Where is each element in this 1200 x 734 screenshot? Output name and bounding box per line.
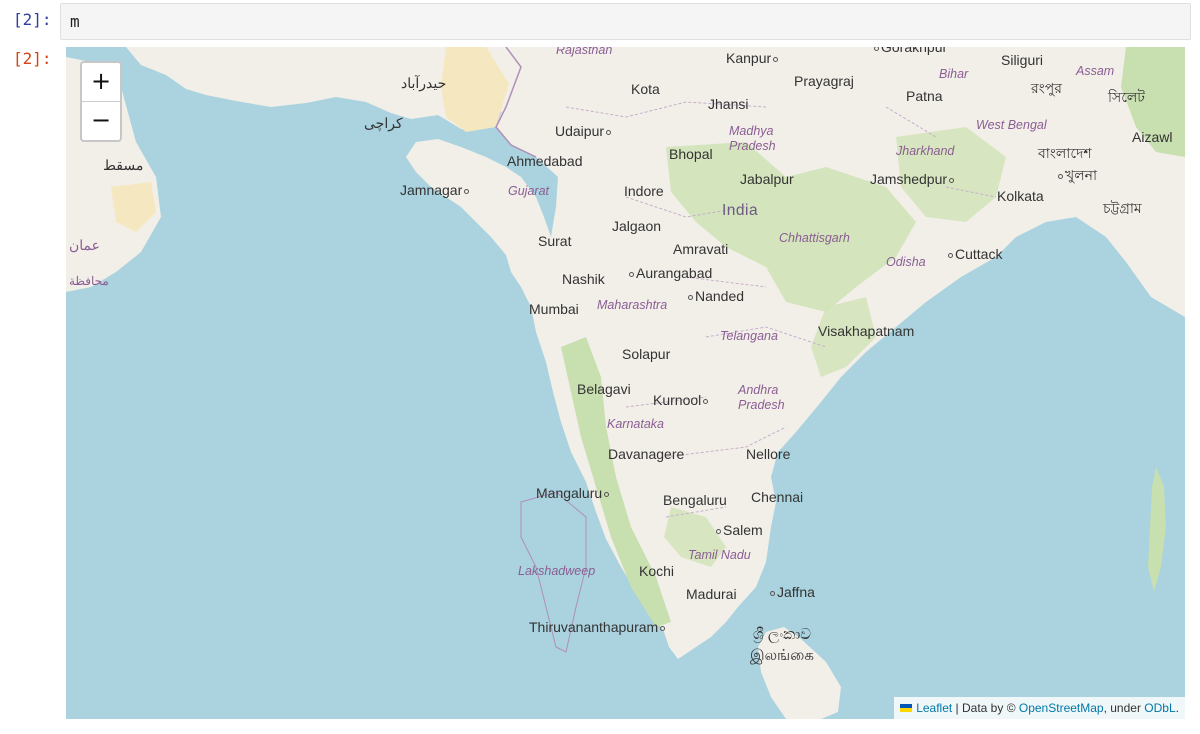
attribution-separator: | Data by © (952, 701, 1019, 715)
label-sri-lanka-sinhala: ශ්‍රී ලංකාව (753, 626, 812, 643)
leaflet-map[interactable]: Rajasthan Kanpur Gorakhpur Siliguri حیدر… (66, 47, 1185, 719)
label-nellore: Nellore (746, 446, 791, 462)
label-prayagraj: Prayagraj (794, 73, 854, 89)
label-salem: Salem (714, 522, 763, 538)
label-surat: Surat (538, 233, 572, 249)
label-sylhet: সিলেট (1108, 89, 1145, 105)
label-assam: Assam (1076, 64, 1115, 78)
label-belagavi: Belagavi (577, 381, 631, 397)
label-rajasthan: Rajasthan (556, 47, 613, 57)
label-andhra-2: Pradesh (738, 398, 785, 412)
label-chittagong: চট্টগ্রাম (1103, 200, 1142, 216)
odbl-link[interactable]: ODbL (1144, 701, 1175, 715)
zoom-out-button[interactable]: − (82, 101, 120, 140)
label-kochi: Kochi (639, 563, 675, 579)
label-kolkata: Kolkata (997, 188, 1044, 204)
label-madurai: Madurai (686, 586, 737, 602)
label-karachi: کراچی (364, 115, 403, 131)
leaflet-link[interactable]: Leaflet (916, 701, 952, 715)
label-aurangabad: Aurangabad (627, 265, 712, 281)
label-udaipur: Udaipur (555, 123, 613, 139)
label-chennai: Chennai (751, 489, 804, 505)
code-cell-input[interactable]: m (60, 3, 1191, 40)
label-andhra-1: Andhra (738, 383, 779, 397)
label-oman: عمان (69, 237, 100, 253)
label-visakhapatnam: Visakhapatnam (818, 323, 915, 339)
label-bhopal: Bhopal (669, 146, 713, 162)
label-chhattisgarh: Chhattisgarh (779, 231, 850, 245)
label-muscat: مسقط (103, 157, 144, 173)
label-gujarat: Gujarat (508, 184, 549, 198)
label-maharashtra: Maharashtra (597, 298, 668, 312)
label-madhya-pradesh-2: Pradesh (729, 139, 776, 153)
label-west-bengal: West Bengal (976, 118, 1047, 132)
input-prompt: [2]: (13, 10, 52, 29)
label-davanagere: Davanagere (608, 446, 685, 462)
label-jabalpur: Jabalpur (740, 171, 794, 187)
label-jhansi: Jhansi (708, 96, 749, 112)
label-telangana: Telangana (720, 329, 778, 343)
label-bangladesh: বাংলাদেশ (1038, 145, 1092, 161)
land-andaman (1148, 467, 1166, 592)
label-nashik: Nashik (562, 271, 605, 287)
attribution-end: . (1175, 701, 1179, 715)
label-khulna: খুলনা (1056, 167, 1097, 183)
label-indore: Indore (624, 183, 664, 199)
label-hyderabad-pk: حیدرآباد (401, 75, 447, 91)
label-siliguri: Siliguri (1001, 52, 1044, 68)
label-kota: Kota (631, 81, 660, 97)
label-kurnool: Kurnool (653, 392, 710, 408)
label-lakshadweep: Lakshadweep (518, 564, 596, 578)
label-madhya-pradesh-1: Madhya (729, 124, 774, 138)
label-muhafazah: محافظة (69, 274, 109, 288)
label-aizawl: Aizawl (1132, 129, 1173, 145)
label-thiruvananthapuram: Thiruvananthapuram (529, 619, 667, 635)
label-rangpur: রংপুর (1031, 80, 1062, 96)
label-jamnagar: Jamnagar (400, 182, 471, 198)
label-india: India (722, 202, 759, 219)
label-karnataka: Karnataka (607, 417, 664, 431)
map-attribution: Leaflet | Data by © OpenStreetMap, under… (894, 697, 1185, 719)
label-sri-lanka-tamil: இலங்கை (750, 647, 814, 664)
ukraine-flag-icon (900, 703, 913, 712)
label-jaffna: Jaffna (768, 584, 815, 600)
label-nanded: Nanded (686, 288, 744, 304)
label-mumbai: Mumbai (529, 301, 579, 317)
openstreetmap-link[interactable]: OpenStreetMap (1019, 701, 1104, 715)
label-bengaluru: Bengaluru (663, 492, 727, 508)
label-solapur: Solapur (622, 346, 671, 362)
output-prompt: [2]: (13, 49, 52, 68)
label-cuttack: Cuttack (946, 246, 1002, 262)
label-bihar: Bihar (939, 67, 969, 81)
zoom-in-button[interactable]: + (82, 63, 120, 101)
attribution-under: , under (1103, 701, 1145, 715)
label-jamshedpur: Jamshedpur (870, 171, 956, 187)
label-jharkhand: Jharkhand (896, 144, 955, 158)
label-amravati: Amravati (673, 241, 729, 257)
label-patna: Patna (906, 88, 943, 104)
label-gorakhpur: Gorakhpur (872, 47, 947, 55)
label-kanpur: Kanpur (726, 50, 780, 66)
label-mangaluru: Mangaluru (536, 485, 611, 501)
zoom-control: + − (80, 61, 122, 142)
label-odisha: Odisha (886, 255, 926, 269)
label-ahmedabad: Ahmedabad (507, 153, 583, 169)
label-tamil-nadu: Tamil Nadu (688, 548, 751, 562)
label-jalgaon: Jalgaon (612, 218, 662, 234)
